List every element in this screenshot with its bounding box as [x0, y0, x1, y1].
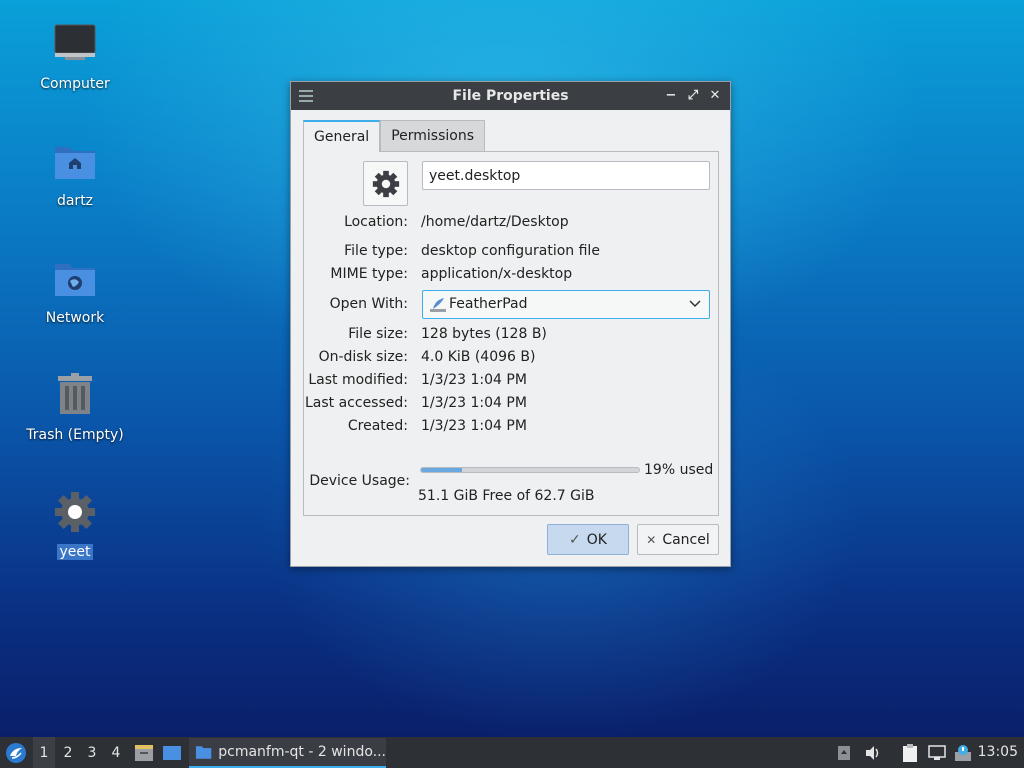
checkmark-icon: ✓	[569, 531, 581, 548]
last-modified-value: 1/3/23 1:04 PM	[421, 372, 527, 388]
mime-type-label: MIME type:	[330, 266, 408, 282]
trash-icon	[51, 373, 99, 421]
gear-icon	[51, 490, 99, 538]
lxqt-logo-icon	[6, 742, 26, 763]
show-desktop-icon[interactable]	[160, 737, 184, 768]
chevron-down-icon	[689, 300, 701, 308]
on-disk-size-row: On-disk size: 4.0 KiB (4096 B)	[304, 349, 720, 369]
ok-button[interactable]: ✓ OK	[547, 524, 629, 555]
gear-icon	[372, 170, 399, 197]
tab-bar: General Permissions	[303, 120, 485, 152]
cancel-icon: ✕	[646, 532, 657, 547]
desktop-icon-dartz[interactable]: dartz	[20, 139, 130, 209]
last-modified-label: Last modified:	[308, 372, 408, 388]
task-pcmanfm[interactable]: pcmanfm-qt - 2 windo...	[189, 738, 386, 768]
file-name-input[interactable]	[422, 161, 710, 190]
file-type-row: File type: desktop configuration file	[304, 243, 720, 263]
last-accessed-label: Last accessed:	[304, 395, 408, 411]
desktop-switch-2[interactable]: 2	[57, 737, 79, 768]
last-accessed-value: 1/3/23 1:04 PM	[421, 395, 527, 411]
open-with-select[interactable]: FeatherPad	[422, 290, 710, 319]
desktop-icon-computer[interactable]: Computer	[20, 22, 130, 92]
desktop-switch-1[interactable]: 1	[33, 737, 55, 768]
maximize-button[interactable]: ⤢	[684, 87, 702, 105]
change-icon-button[interactable]	[363, 161, 408, 206]
device-usage-label: Device Usage:	[309, 473, 410, 489]
home-folder-icon	[51, 139, 99, 187]
device-used-text: 19% used	[644, 462, 714, 478]
desktop-icon-yeet[interactable]: yeet	[20, 490, 130, 560]
desktop-icon-label: Network	[45, 310, 105, 326]
volume-icon[interactable]	[862, 737, 884, 768]
file-size-value: 128 bytes (128 B)	[421, 326, 547, 342]
last-accessed-row: Last accessed: 1/3/23 1:04 PM	[304, 395, 720, 415]
device-usage-bar	[420, 467, 640, 473]
mime-type-row: MIME type: application/x-desktop	[304, 266, 720, 286]
created-value: 1/3/23 1:04 PM	[421, 418, 527, 434]
update-notifier-icon[interactable]	[952, 737, 974, 768]
featherpad-icon	[430, 298, 446, 312]
folder-icon	[195, 746, 212, 759]
start-menu-button[interactable]	[2, 737, 30, 768]
file-type-label: File type:	[344, 243, 408, 259]
file-properties-window: File Properties − ⤢ ✕ General Permission…	[290, 81, 731, 567]
mime-type-value: application/x-desktop	[421, 266, 573, 282]
tray-arrow-icon[interactable]	[834, 737, 854, 768]
desktop-icon-label: Trash (Empty)	[26, 427, 124, 443]
desktop-switch-3[interactable]: 3	[81, 737, 103, 768]
file-manager-launcher-icon[interactable]	[132, 737, 156, 768]
file-size-row: File size: 128 bytes (128 B)	[304, 326, 720, 346]
cancel-label: Cancel	[662, 531, 710, 548]
created-label: Created:	[347, 418, 408, 434]
location-value: /home/dartz/Desktop	[421, 214, 569, 230]
desktop-icon-network[interactable]: Network	[20, 256, 130, 326]
clipboard-icon[interactable]	[898, 737, 922, 768]
tab-general[interactable]: General	[303, 120, 381, 152]
ok-label: OK	[586, 531, 607, 548]
on-disk-size-value: 4.0 KiB (4096 B)	[421, 349, 536, 365]
device-usage-fill	[421, 468, 463, 472]
general-panel: Location: /home/dartz/Desktop File type:…	[303, 151, 719, 516]
desktop-icon-label: yeet	[57, 544, 93, 560]
desktop-icon-label: dartz	[56, 193, 94, 209]
location-row: Location: /home/dartz/Desktop	[304, 214, 720, 234]
desktop-icon-trash[interactable]: Trash (Empty)	[20, 373, 130, 443]
open-with-label: Open With:	[329, 296, 408, 312]
desktop-icon-label: Computer	[40, 76, 110, 92]
tab-permissions[interactable]: Permissions	[380, 120, 485, 151]
device-free-text: 51.1 GiB Free of 62.7 GiB	[418, 488, 595, 504]
task-label: pcmanfm-qt - 2 windo...	[218, 744, 386, 760]
created-row: Created: 1/3/23 1:04 PM	[304, 418, 720, 438]
minimize-button[interactable]: −	[662, 87, 680, 105]
clock[interactable]: 13:05	[978, 744, 1018, 760]
file-size-label: File size:	[348, 326, 408, 342]
network-folder-icon	[51, 256, 99, 304]
location-label: Location:	[344, 214, 408, 230]
file-type-value: desktop configuration file	[421, 243, 600, 259]
network-tray-icon[interactable]	[926, 737, 948, 768]
taskbar: 1 2 3 4 pcmanfm-qt - 2 windo... 13:05	[0, 737, 1024, 768]
computer-icon	[51, 22, 99, 70]
cancel-button[interactable]: ✕ Cancel	[637, 524, 719, 555]
title-bar[interactable]: File Properties − ⤢ ✕	[291, 82, 730, 110]
close-button[interactable]: ✕	[706, 87, 724, 105]
on-disk-size-label: On-disk size:	[318, 349, 408, 365]
desktop-switch-4[interactable]: 4	[105, 737, 127, 768]
open-with-value: FeatherPad	[449, 296, 528, 312]
last-modified-row: Last modified: 1/3/23 1:04 PM	[304, 372, 720, 392]
